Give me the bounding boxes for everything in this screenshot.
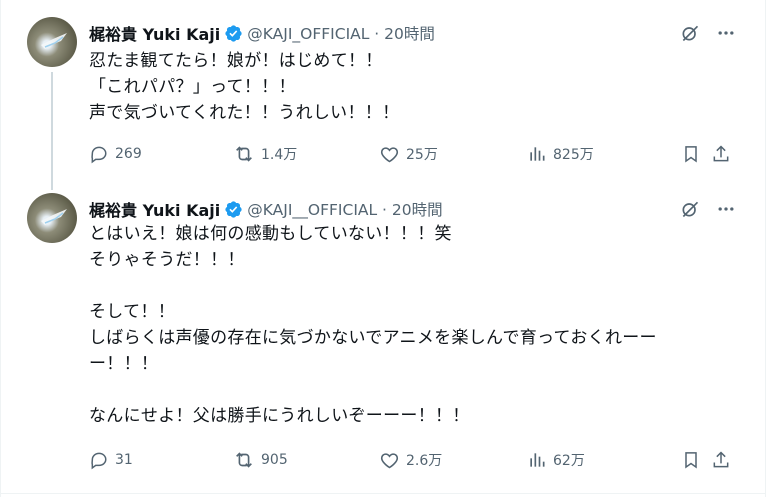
like-icon — [380, 146, 399, 162]
share-icon — [713, 145, 729, 162]
reply-count: 269 — [115, 146, 142, 162]
bookmark-button[interactable] — [681, 450, 707, 470]
retweet-icon — [236, 452, 252, 468]
like-button[interactable]: 2.6万 — [379, 450, 442, 471]
reply-icon — [91, 452, 107, 470]
handle-and-time[interactable]: @KAJI_OFFICIAL · 20時間 — [247, 22, 435, 44]
reply-count: 31 — [115, 452, 133, 468]
share-button[interactable] — [711, 450, 737, 470]
tweet-text: とはいえ！娘は何の感動もしていない！！！笑 そりゃそうだ！！！ そして！！ しば… — [89, 224, 657, 426]
retweet-button[interactable]: 905 — [233, 449, 288, 471]
more-icon[interactable] — [715, 198, 737, 220]
verified-badge-icon[interactable] — [224, 200, 243, 219]
avatar[interactable] — [27, 193, 77, 243]
like-count: 2.6万 — [406, 453, 443, 469]
reply-button[interactable]: 31 — [89, 450, 133, 470]
more-icon[interactable] — [715, 22, 737, 44]
views-button[interactable]: 62万 — [527, 450, 585, 470]
share-icon — [713, 451, 729, 468]
bottom-divider — [1, 493, 765, 494]
grok-icon[interactable] — [679, 198, 701, 220]
share-button[interactable] — [711, 144, 737, 164]
author-name[interactable]: 梶裕貴 Yuki Kaji — [89, 21, 220, 45]
verified-badge-icon[interactable] — [224, 24, 243, 43]
views-button[interactable]: 825万 — [527, 144, 594, 164]
bookmark-icon — [685, 452, 697, 469]
view-count: 825万 — [553, 147, 594, 163]
bookmark-icon — [685, 146, 697, 163]
retweet-count: 905 — [261, 452, 288, 468]
tweet-top-actions — [679, 198, 737, 220]
handle-and-time[interactable]: @KAJI__OFFICIAL · 20時間 — [247, 198, 442, 220]
thread-connector-line — [51, 72, 53, 190]
like-icon — [380, 452, 399, 468]
tweet-actions: 31 905 2.6万 62万 — [89, 448, 737, 472]
reply-icon — [91, 146, 107, 164]
author-name[interactable]: 梶裕貴 Yuki Kaji — [89, 197, 220, 221]
retweet-count: 1.4万 — [261, 147, 298, 163]
views-icon — [530, 453, 545, 467]
like-count: 25万 — [406, 147, 438, 163]
tweet-top-actions — [679, 22, 737, 44]
grok-icon[interactable] — [679, 22, 701, 44]
bookmark-button[interactable] — [681, 144, 707, 164]
tweet-actions: 269 1.4万 25万 825万 — [89, 142, 737, 166]
like-button[interactable]: 25万 — [379, 144, 438, 165]
tweet-text: 忍たま観てたら！娘が！はじめて！！ 「これパパ？」って！！！ 声で気づいてくれた… — [89, 51, 400, 123]
reply-button[interactable]: 269 — [89, 144, 142, 164]
tweet-thread: 梶裕貴 Yuki Kaji @KAJI_OFFICIAL · 20時間 忍たま観… — [0, 0, 766, 497]
tweet-1[interactable]: 梶裕貴 Yuki Kaji @KAJI_OFFICIAL · 20時間 忍たま観… — [1, 0, 765, 190]
tweet-header: 梶裕貴 Yuki Kaji @KAJI__OFFICIAL · 20時間 — [89, 197, 443, 221]
tweet-2[interactable]: 梶裕貴 Yuki Kaji @KAJI__OFFICIAL · 20時間 とはい… — [1, 188, 765, 492]
retweet-button[interactable]: 1.4万 — [233, 143, 297, 165]
view-count: 62万 — [553, 453, 585, 469]
retweet-icon — [236, 146, 252, 162]
views-icon — [530, 147, 545, 161]
avatar[interactable] — [27, 17, 77, 67]
tweet-header: 梶裕貴 Yuki Kaji @KAJI_OFFICIAL · 20時間 — [89, 21, 435, 45]
